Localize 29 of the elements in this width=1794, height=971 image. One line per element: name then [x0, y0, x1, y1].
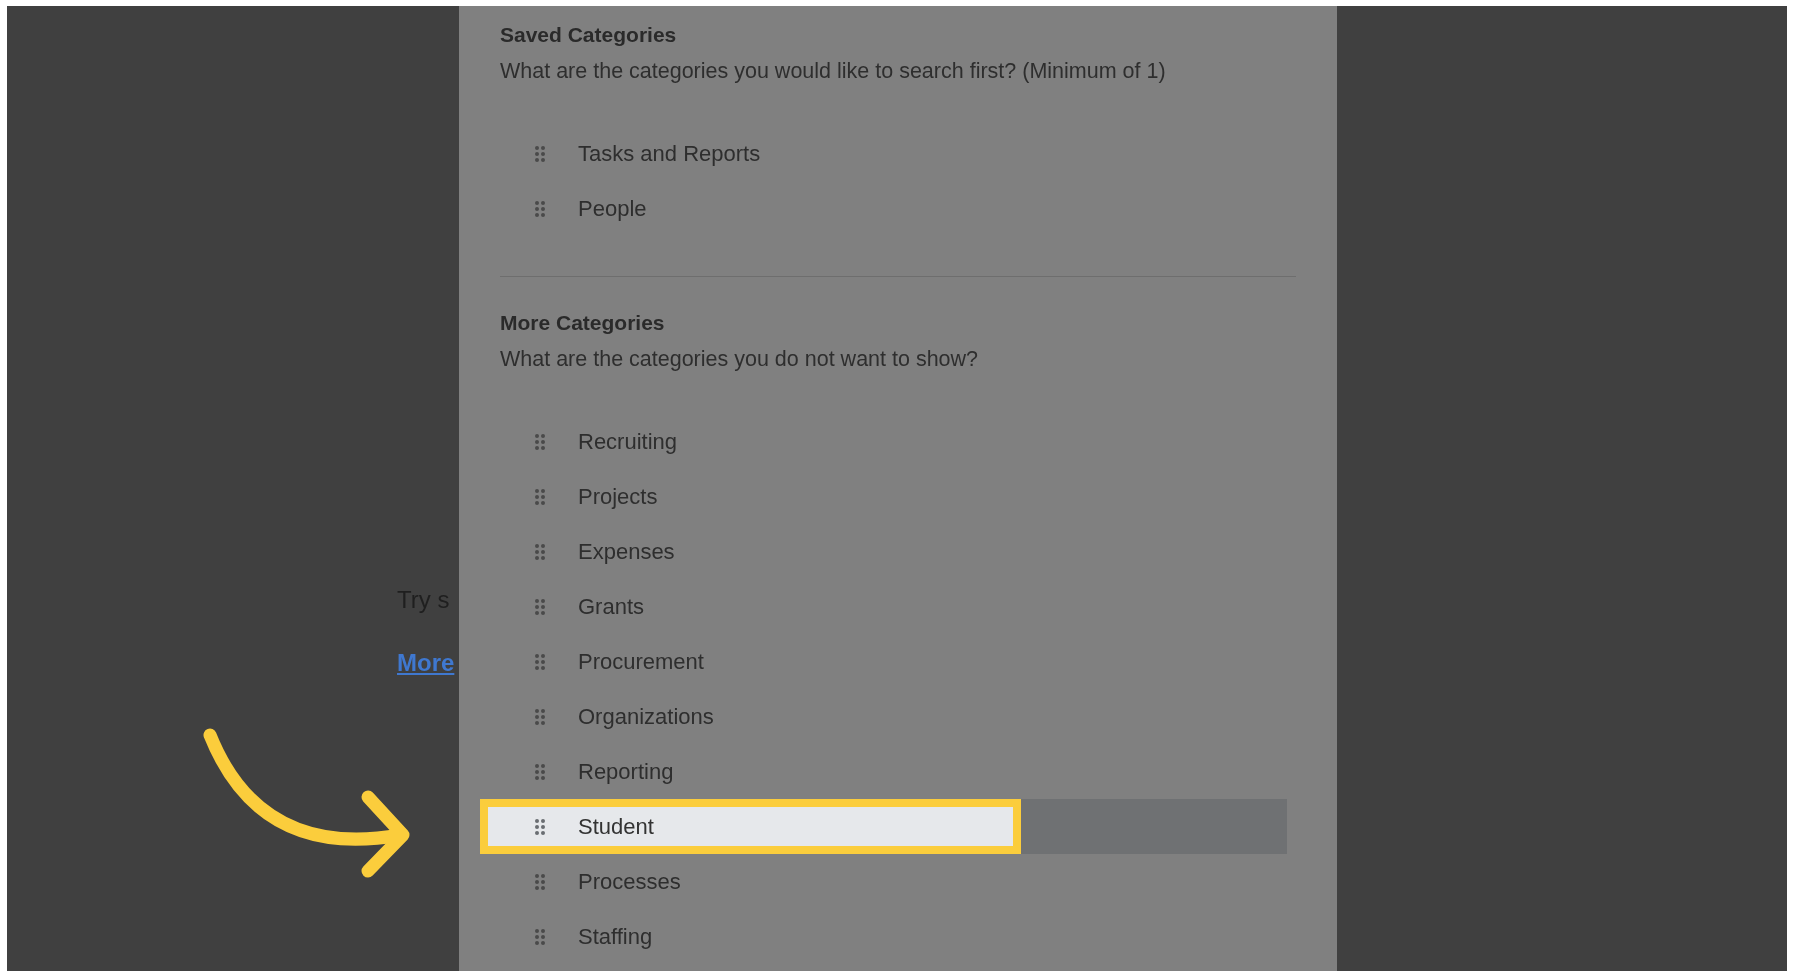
drag-handle-icon[interactable] — [535, 598, 545, 615]
section-description: What are the categories you do not want to show? — [500, 346, 980, 373]
drag-handle-icon[interactable] — [535, 763, 545, 780]
drag-handle-icon[interactable] — [535, 433, 545, 450]
drag-handle-icon[interactable] — [535, 145, 545, 162]
drag-handle-icon[interactable] — [535, 928, 545, 945]
more-link[interactable]: More — [397, 648, 455, 678]
category-item[interactable]: Tasks and Reports — [480, 126, 1287, 181]
category-item[interactable]: Grants — [480, 579, 1287, 634]
category-item[interactable]: Recruiting — [480, 414, 1287, 469]
category-item[interactable]: Reporting — [480, 744, 1287, 799]
drag-handle-icon[interactable] — [535, 653, 545, 670]
category-item[interactable]: Organizations — [480, 689, 1287, 744]
category-item[interactable]: Student — [480, 799, 1287, 854]
category-item[interactable]: Expenses — [480, 524, 1287, 579]
drag-handle-icon[interactable] — [535, 818, 545, 835]
category-item[interactable]: People — [480, 181, 1287, 236]
category-item[interactable]: Projects — [480, 469, 1287, 524]
drag-handle-icon[interactable] — [535, 200, 545, 217]
category-item[interactable]: Staffing — [480, 909, 1287, 964]
drag-handle-icon[interactable] — [535, 873, 545, 890]
category-item[interactable]: Procurement — [480, 634, 1287, 689]
drag-handle-icon[interactable] — [535, 543, 545, 560]
section-heading: More Categories — [500, 310, 666, 336]
category-item[interactable]: Processes — [480, 854, 1287, 909]
section-heading: Saved Categories — [500, 22, 678, 48]
drag-handle-icon[interactable] — [535, 708, 545, 725]
section-description: What are the categories you would like to search first? (Minimum of 1) — [500, 58, 1167, 85]
drag-handle-icon[interactable] — [535, 488, 545, 505]
